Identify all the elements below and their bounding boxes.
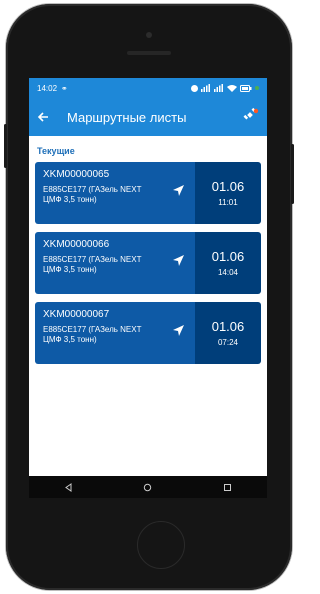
route-time: 07:24 [217, 338, 239, 347]
back-arrow-icon[interactable] [37, 111, 49, 123]
home-button[interactable] [137, 521, 185, 569]
status-bar: 14:02 ⚭ [29, 78, 267, 98]
app-screen: 14:02 ⚭ Маршрутные листы Текущие XKM0000… [29, 78, 267, 498]
home-nav-icon[interactable] [143, 483, 152, 492]
route-date: 01.06 [211, 179, 245, 194]
recents-nav-icon[interactable] [223, 483, 232, 492]
signal-icon [201, 84, 210, 92]
wifi-icon [227, 85, 237, 92]
page-title: Маршрутные листы [67, 109, 187, 125]
volume-button [4, 124, 7, 168]
signal-icon-2 [214, 84, 223, 92]
app-bar: Маршрутные листы [29, 98, 267, 136]
route-vehicle: Е885СЕ177 (ГАЗель NEXT ЦМФ 3,5 тонн) [43, 185, 142, 204]
link-icon: ⚭ [61, 83, 68, 93]
route-time: 11:01 [218, 198, 238, 207]
route-datetime: 01.06 14:04 [195, 232, 261, 294]
navigation-arrow-icon[interactable] [172, 324, 185, 337]
earpiece-speaker [127, 51, 171, 55]
route-info: XKM00000065 Е885СЕ177 (ГАЗель NEXT ЦМФ 3… [35, 162, 195, 224]
satellite-button[interactable] [243, 107, 259, 128]
route-info: XKM00000066 Е885СЕ177 (ГАЗель NEXT ЦМФ 3… [35, 232, 195, 294]
data-saver-icon [191, 84, 198, 92]
navigation-arrow-icon[interactable] [172, 184, 185, 197]
navigation-arrow-icon[interactable] [172, 254, 185, 267]
route-code: XKM00000066 [43, 239, 110, 250]
route-card[interactable]: XKM00000065 Е885СЕ177 (ГАЗель NEXT ЦМФ 3… [35, 162, 261, 224]
back-nav-icon[interactable] [64, 482, 73, 492]
route-date: 01.06 [211, 249, 245, 264]
system-nav-bar [29, 476, 267, 498]
front-camera [146, 32, 152, 38]
route-datetime: 01.06 11:01 [195, 162, 261, 224]
route-code: XKM00000065 [43, 169, 110, 180]
route-vehicle: Е885СЕ177 (ГАЗель NEXT ЦМФ 3,5 тонн) [43, 325, 142, 344]
status-time: 14:02 [37, 83, 58, 93]
route-time: 14:04 [217, 268, 239, 277]
section-label: Текущие [37, 146, 75, 156]
route-card[interactable]: XKM00000067 Е885СЕ177 (ГАЗель NEXT ЦМФ 3… [35, 302, 261, 364]
route-code: XKM00000067 [43, 309, 110, 320]
route-vehicle: Е885СЕ177 (ГАЗель NEXT ЦМФ 3,5 тонн) [43, 255, 142, 274]
route-datetime: 01.06 07:24 [195, 302, 261, 364]
route-info: XKM00000067 Е885СЕ177 (ГАЗель NEXT ЦМФ 3… [35, 302, 195, 364]
power-button [291, 144, 294, 204]
route-card[interactable]: XKM00000066 Е885СЕ177 (ГАЗель NEXT ЦМФ 3… [35, 232, 261, 294]
satellite-icon [243, 107, 259, 119]
status-dot [255, 86, 259, 90]
route-date: 01.06 [211, 319, 245, 334]
battery-icon [240, 84, 252, 92]
